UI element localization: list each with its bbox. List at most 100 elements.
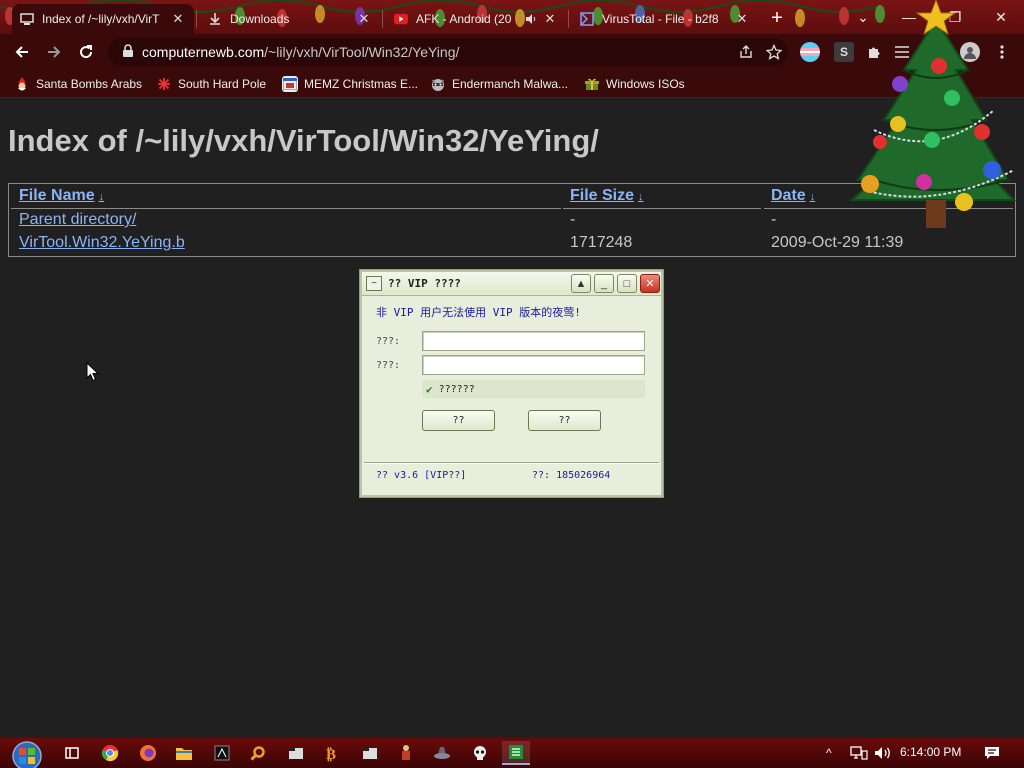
back-button[interactable] xyxy=(10,40,34,64)
date-cell: 2009-Oct-29 11:39 xyxy=(771,234,904,251)
green-app-icon[interactable] xyxy=(502,741,530,765)
dialog-maximize-button[interactable]: □ xyxy=(617,274,637,293)
task-view-icon[interactable] xyxy=(58,741,86,765)
mouse-cursor-icon xyxy=(86,362,100,382)
bookmark-santa-bombs-arabs[interactable]: Santa Bombs Arabs xyxy=(14,75,142,93)
bookmark-label: Santa Bombs Arabs xyxy=(36,77,143,91)
dialog-titlebar[interactable]: − ?? VIP ???? ▲ _ □ ✕ xyxy=(362,272,661,296)
new-tab-button[interactable]: + xyxy=(766,7,788,29)
bitcoin-app-icon[interactable]: ₿ xyxy=(318,741,346,765)
share-icon[interactable] xyxy=(732,38,760,66)
speaker-icon[interactable] xyxy=(524,12,538,26)
firefox-icon[interactable] xyxy=(134,741,162,765)
dialog-close-button[interactable]: ✕ xyxy=(640,274,660,293)
santa-icon xyxy=(14,76,30,92)
address-bar[interactable]: computernewb.com/~lily/vxh/VirTool/Win32… xyxy=(108,38,788,66)
monitor-icon xyxy=(20,12,34,26)
tray-overflow-chevron-icon[interactable]: ^ xyxy=(826,743,832,763)
start-orb-icon[interactable] xyxy=(8,739,46,768)
folder-app-icon[interactable] xyxy=(282,741,310,765)
file-link[interactable]: VirTool.Win32.YeYing.b xyxy=(19,234,185,252)
remember-checkbox[interactable]: ✔ ?????? xyxy=(422,380,645,398)
bookmark-label: Windows ISOs xyxy=(606,77,685,91)
parent-directory-link[interactable]: Parent directory/ xyxy=(19,211,136,229)
password-input[interactable] xyxy=(422,355,645,375)
tab-title: VirusTotal - File - b2f8 xyxy=(602,12,719,26)
bookmark-star-icon[interactable] xyxy=(760,38,788,66)
version-status: ?? v3.6 [VIP??] xyxy=(376,470,467,481)
chrome-icon[interactable] xyxy=(96,741,124,765)
roll-up-button[interactable]: ▲ xyxy=(571,274,591,293)
dialog-button-1[interactable]: ?? xyxy=(422,410,495,431)
volume-icon[interactable] xyxy=(874,743,892,763)
skull-app-icon[interactable] xyxy=(466,741,494,765)
tab-downloads[interactable]: Downloads ✕ xyxy=(200,4,380,34)
url-host: computernewb.com xyxy=(142,44,265,60)
close-tab-icon[interactable]: ✕ xyxy=(170,11,186,27)
notification-center-icon[interactable] xyxy=(980,742,1004,764)
christmas-tree-decoration xyxy=(849,0,1017,228)
bookmark-memz-christmas[interactable]: MEMZ Christmas E... xyxy=(282,75,418,93)
dialog-minimize-button[interactable]: _ xyxy=(594,274,614,293)
app-icon[interactable] xyxy=(208,741,236,765)
username-input[interactable] xyxy=(422,331,645,351)
extension-flag-icon[interactable] xyxy=(800,42,820,62)
date-cell: - xyxy=(771,211,777,228)
virustotal-icon xyxy=(580,12,594,26)
column-header-label: File Size xyxy=(570,187,635,204)
tab-virustotal[interactable]: VirusTotal - File - b2f8 ✕ xyxy=(572,4,758,34)
hat-app-icon[interactable] xyxy=(428,741,456,765)
forward-button[interactable] xyxy=(42,40,66,64)
file-explorer-icon[interactable] xyxy=(170,741,198,765)
bookmark-label: South Hard Pole xyxy=(178,77,267,91)
download-icon xyxy=(208,12,222,26)
youtube-icon xyxy=(394,12,408,26)
search-app-icon[interactable] xyxy=(244,741,272,765)
figure-app-icon[interactable] xyxy=(392,741,420,765)
checkmark-icon: ✔ xyxy=(426,382,433,396)
dialog-title: ?? VIP ???? xyxy=(388,277,461,290)
folder-app2-icon[interactable] xyxy=(356,741,384,765)
file-size-cell: 1717248 xyxy=(570,234,633,251)
sort-arrow-icon: ↓ xyxy=(98,191,105,203)
column-header-file-name[interactable]: File Name ↓ xyxy=(19,187,104,205)
tab-separator xyxy=(196,10,197,28)
bookmark-label: Endermanch Malwa... xyxy=(452,77,569,91)
column-header-file-size[interactable]: File Size ↓ xyxy=(570,187,644,205)
id-status: ??: 185026964 xyxy=(532,470,611,481)
header-divider xyxy=(563,208,761,209)
bookmark-label: MEMZ Christmas E... xyxy=(304,77,419,91)
close-tab-icon[interactable]: ✕ xyxy=(356,11,372,27)
snowflake-icon xyxy=(156,76,172,92)
close-tab-icon[interactable]: ✕ xyxy=(542,11,558,27)
raccoon-icon xyxy=(430,76,446,92)
header-divider xyxy=(11,208,561,209)
taskbar-clock[interactable]: 6:14:00 PM xyxy=(900,745,961,759)
system-menu-icon[interactable]: − xyxy=(366,276,382,291)
reload-button[interactable] xyxy=(74,40,98,64)
vip-dialog: − ?? VIP ???? ▲ _ □ ✕ 非 VIP 用户无法使用 VIP 版… xyxy=(360,270,663,497)
forward-arrow-icon xyxy=(48,46,61,58)
tab-afk-android[interactable]: AFK - Android (20 ✕ xyxy=(386,4,566,34)
dialog-button-2[interactable]: ?? xyxy=(528,410,601,431)
network-icon[interactable] xyxy=(850,743,868,763)
tab-index-of[interactable]: Index of /~lily/vxh/VirT ✕ xyxy=(12,4,194,34)
window-icon xyxy=(282,76,298,92)
column-header-date[interactable]: Date ↓ xyxy=(771,187,815,205)
url-text: computernewb.com/~lily/vxh/VirTool/Win32… xyxy=(142,44,732,60)
column-header-label: Date xyxy=(771,187,806,204)
tab-title: Downloads xyxy=(230,12,290,26)
bookmark-south-hard-pole[interactable]: South Hard Pole xyxy=(156,75,266,93)
close-tab-icon[interactable]: ✕ xyxy=(734,11,750,27)
lock-icon[interactable] xyxy=(114,43,142,61)
sort-arrow-icon: ↓ xyxy=(809,191,816,203)
tab-title: Index of /~lily/vxh/VirT xyxy=(42,12,160,26)
bookmark-windows-isos[interactable]: Windows ISOs xyxy=(584,75,685,93)
url-path: /~lily/vxh/VirTool/Win32/YeYing/ xyxy=(264,44,460,60)
tab-separator xyxy=(568,10,569,28)
bookmark-endermanch-malware[interactable]: Endermanch Malwa... xyxy=(430,75,568,93)
reload-icon xyxy=(80,45,93,59)
field-label-1: ???: xyxy=(376,336,401,347)
file-size-cell: - xyxy=(570,211,576,228)
page-title: Index of /~lily/vxh/VirTool/Win32/YeYing… xyxy=(8,123,599,158)
